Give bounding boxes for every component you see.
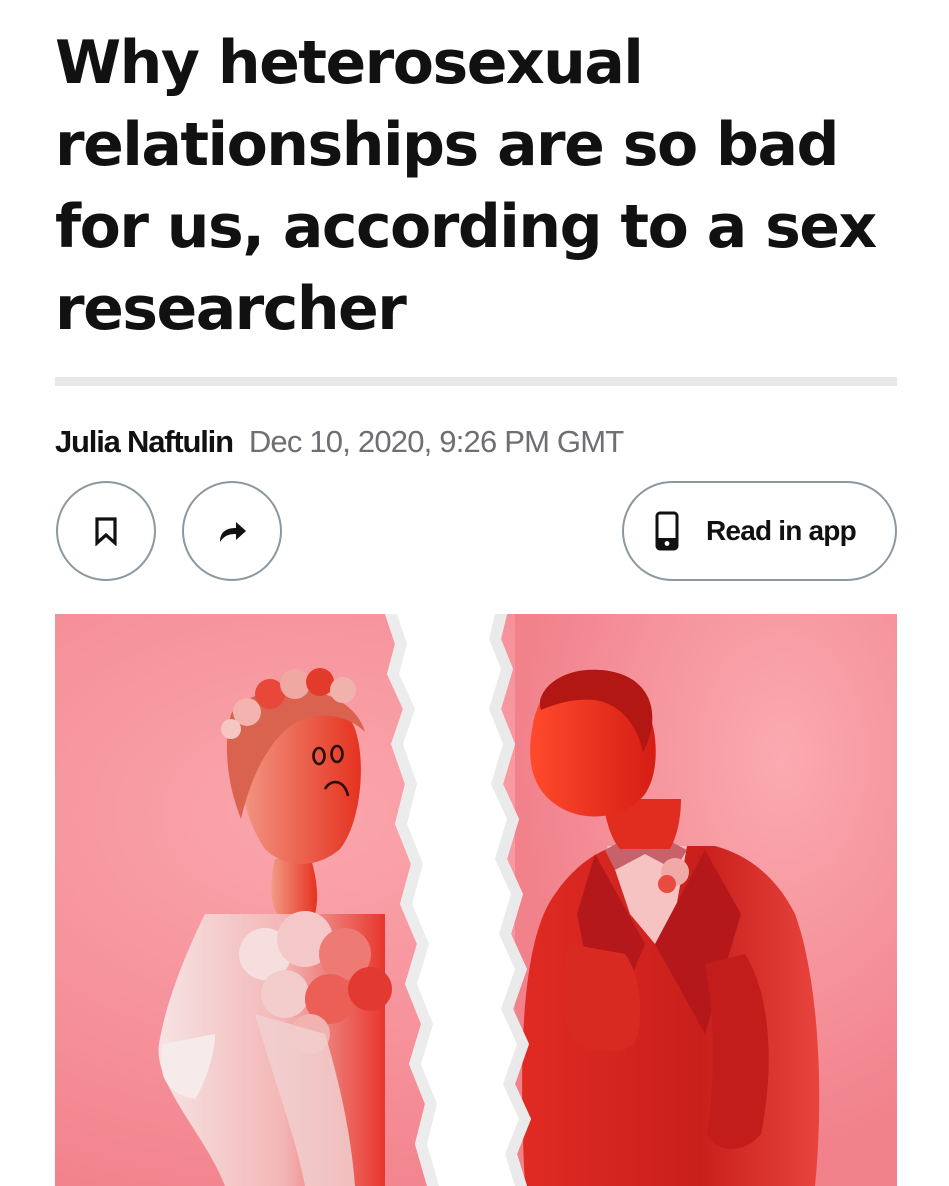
headline-line: relationships are so bad (55, 110, 839, 180)
headline-line: for us, according to a sex (55, 192, 877, 262)
read-in-app-button[interactable]: Read in app (622, 481, 897, 581)
headline-line: Why heterosexual (55, 28, 644, 98)
read-in-app-label: Read in app (706, 515, 857, 546)
byline: Julia Naftulin Dec 10, 2020, 9:26 PM GMT (55, 420, 624, 464)
share-arrow-icon (220, 522, 246, 542)
article-hero-image (55, 614, 897, 1186)
bookmark-button[interactable] (56, 481, 156, 581)
headline-line: researcher (55, 274, 407, 344)
bookmark-icon (95, 517, 117, 546)
share-button[interactable] (182, 481, 282, 581)
author-name[interactable]: Julia Naftulin (55, 424, 234, 460)
article-headline: Why heterosexual relationships are so ba… (55, 22, 905, 350)
publish-date: Dec 10, 2020, 9:26 PM GMT (248, 424, 624, 459)
phone-icon (655, 511, 679, 551)
headline-divider (55, 377, 897, 386)
